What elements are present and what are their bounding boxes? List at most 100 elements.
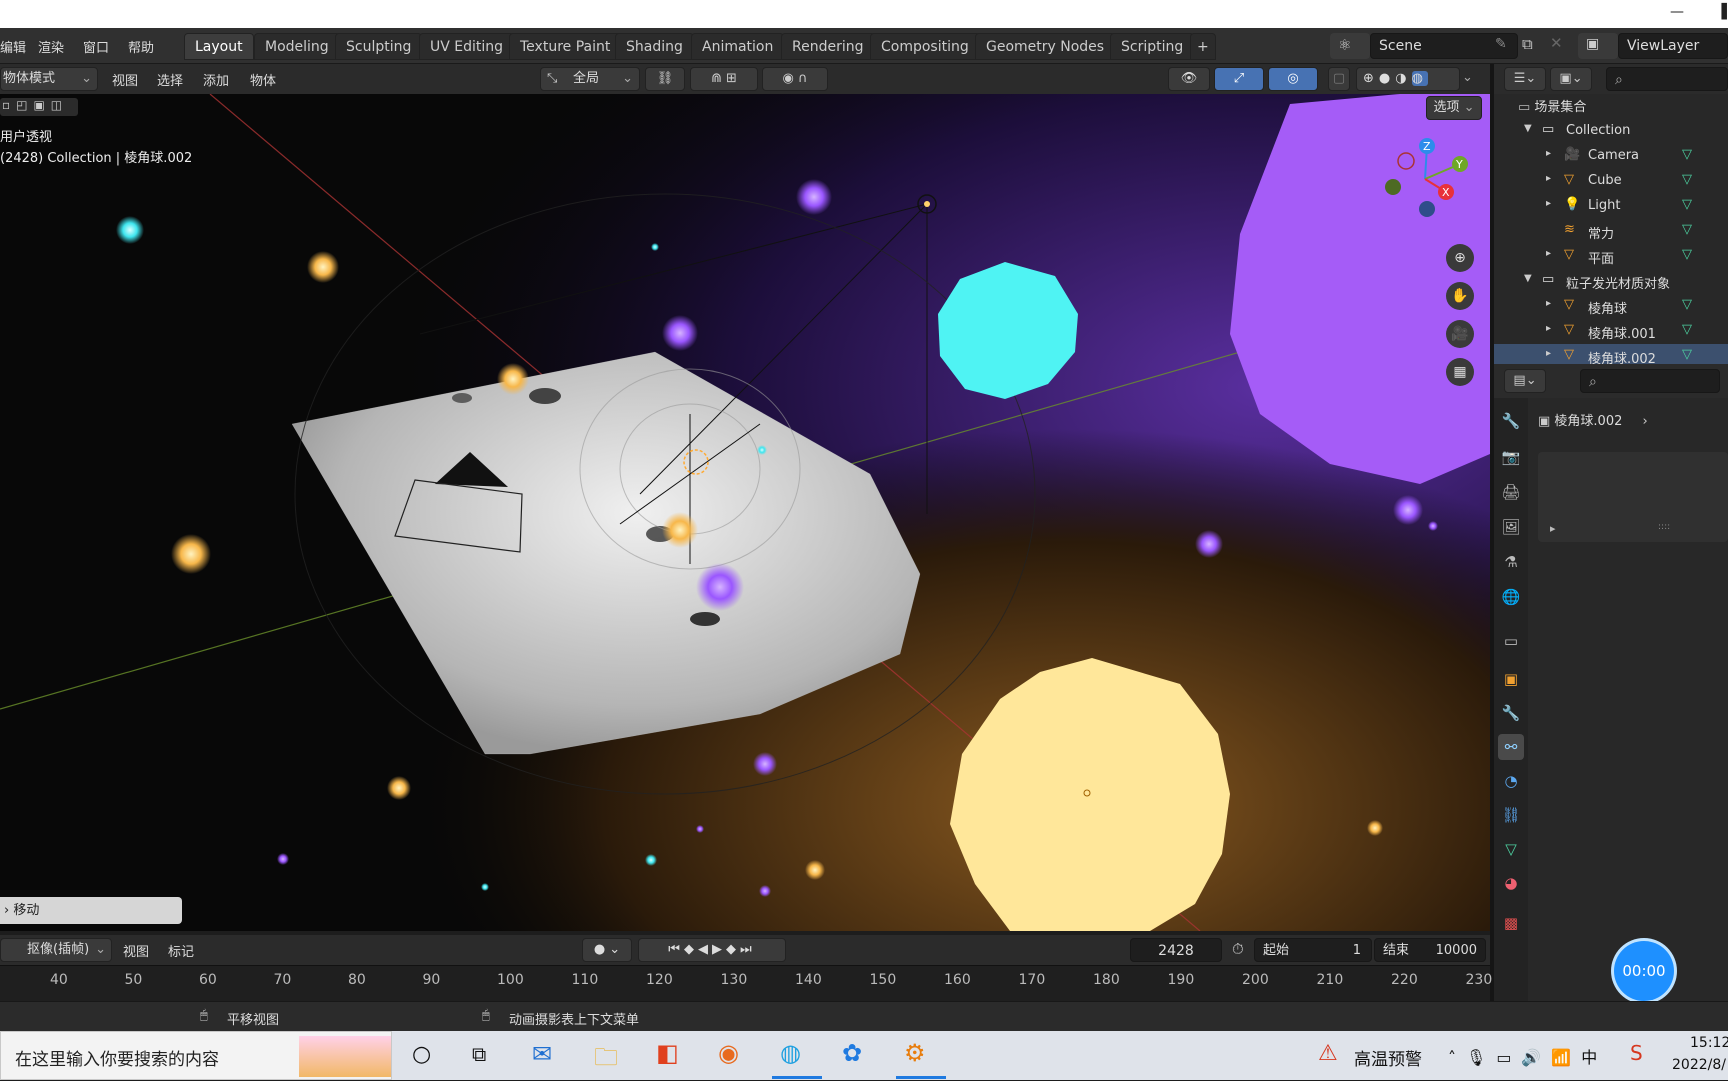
mesh-data-icon[interactable]: ▽ [1682,347,1692,362]
outliner-row[interactable]: ▸ ▽ Cube ▽ [1494,169,1728,194]
gizmo-toggle[interactable]: ⤢ [1214,67,1264,91]
mode-selector[interactable]: 物体模式 ⌄ [0,67,98,91]
play-reverse-icon[interactable]: ◀ [698,942,712,957]
frame-end-field[interactable]: 结束 10000 [1374,938,1486,962]
rendered-shading-icon[interactable]: ◍ [1411,71,1428,86]
editor-type-button[interactable]: ☰⌄ [1504,67,1546,91]
expand-toggle-icon[interactable]: ▸ [1546,198,1551,209]
cortana-icon[interactable]: ○ [412,1042,431,1067]
proportional-edit-button[interactable]: ◉ ∩ [762,67,828,91]
viewport-menu-add[interactable]: 添加 [203,70,229,89]
menu-help[interactable]: 帮助 [128,37,154,56]
scene-tab-icon[interactable]: ⚗ [1498,549,1524,575]
world-tab-icon[interactable]: 🌐 [1498,584,1524,610]
mesh-data-icon[interactable]: ▽ [1682,247,1692,262]
chevron-down-icon[interactable]: ⌄ [1462,70,1473,85]
tab-shading[interactable]: Shading [615,33,694,60]
viewlayer-name-field[interactable]: ViewLayer [1618,33,1728,59]
constraints-tab-icon[interactable]: ⛓ [1498,802,1524,828]
shading-mode-group[interactable]: ⊕●◑◍ [1356,67,1460,91]
timeline-menu-view[interactable]: 视图 [123,941,149,960]
keying-mode-selector[interactable]: 抠像(插帧) ⌄ [0,938,112,962]
properties-search-input[interactable]: ⌕ [1580,369,1720,393]
stopwatch-icon[interactable]: ⏱ [1232,940,1244,958]
viewport-menu-view[interactable]: 视图 [112,70,138,89]
scene-browse-button[interactable]: ⚛ [1330,33,1370,59]
outliner-scene-collection[interactable]: ▭ 场景集合 [1518,96,1586,121]
jump-start-icon[interactable]: ⏮ [668,942,684,957]
select-mode-buttons[interactable]: ▫◰▣◫ [0,98,78,116]
tab-uv-editing[interactable]: UV Editing [419,33,515,60]
outliner-row[interactable]: ▸ ▽ 棱角球 ▽ [1494,294,1728,319]
tab-animation[interactable]: Animation [691,33,785,60]
overlay-toggle[interactable]: ◎ [1268,67,1318,91]
tab-layout[interactable]: Layout [184,33,254,60]
menu-render[interactable]: 渲染 [38,37,64,56]
pivot-point-button[interactable]: ⛓ [645,67,685,91]
collection-tab-icon[interactable]: ▭ [1498,628,1524,654]
minimize-button[interactable]: — [1670,4,1684,20]
tab-sculpting[interactable]: Sculpting [335,33,423,60]
edge-icon[interactable]: ◍ [780,1039,801,1067]
office-icon[interactable]: ◧ [656,1039,679,1067]
visibility-button[interactable]: 👁 [1168,67,1210,91]
current-frame-field[interactable]: 2428 [1130,938,1222,962]
outliner-row[interactable]: ▸ ▽ 棱角球.001 ▽ [1494,319,1728,344]
jump-end-icon[interactable]: ⏭ [740,942,756,957]
mesh-data-icon[interactable]: ▽ [1682,322,1692,337]
blender-icon[interactable]: ⚙ [904,1039,926,1067]
timeline-menu-marker[interactable]: 标记 [168,941,194,960]
mesh-data-icon[interactable]: ▽ [1682,147,1692,162]
expand-toggle-icon[interactable]: ▼ [1524,123,1532,134]
new-scene-icon[interactable]: ⧉ [1522,35,1533,53]
tab-modeling[interactable]: Modeling [254,33,340,60]
transform-orientation-selector[interactable]: ⤡ 全局 ⌄ [540,67,640,91]
options-dropdown[interactable]: 选项 ⌄ [1426,96,1482,120]
expand-toggle-icon[interactable]: ▸ [1546,173,1551,184]
render-tab-icon[interactable]: 📷 [1498,444,1524,470]
mesh-data-icon[interactable]: ▽ [1682,297,1692,312]
xray-toggle[interactable]: ▢ [1328,67,1350,91]
snap-button[interactable]: ⋒ ⊞ [690,67,758,91]
data-tab-icon[interactable]: ▽ [1498,836,1524,862]
camera-view-icon[interactable]: 🎥 [1446,320,1474,348]
material-shading-icon[interactable]: ◑ [1395,71,1411,86]
outliner-row[interactable]: ▼ ▭ Collection [1494,119,1728,144]
editor-type-button[interactable]: ▤⌄ [1504,369,1546,393]
outliner-row[interactable]: ≋ 常力 ▽ [1494,219,1728,244]
timeline-ruler[interactable]: 40 50 60 70 80 90 100 110 120 130 140 150 160 170 180 1… [0,965,1492,1001]
firefox-icon[interactable]: ◉ [718,1039,739,1067]
properties-object-breadcrumb[interactable]: ▣ 棱角球.002 › [1538,410,1648,429]
ortho-grid-icon[interactable]: ▦ [1446,358,1474,386]
menu-edit[interactable]: 编辑 [0,37,26,56]
antivirus-icon[interactable]: S [1630,1041,1643,1065]
pan-hand-icon[interactable]: ✋ [1446,282,1474,310]
expand-icon[interactable]: ▸ [1550,522,1556,535]
playback-controls[interactable]: ⏮◆◀▶◆⏭ [638,938,786,962]
expand-toggle-icon[interactable]: ▸ [1546,248,1551,259]
menu-window[interactable]: 窗口 [83,37,109,56]
tool-tab-icon[interactable]: 🔧 [1498,408,1524,434]
output-tab-icon[interactable]: 🖨 [1498,479,1524,505]
solid-shading-icon[interactable]: ● [1379,71,1395,86]
system-tray-icons[interactable]: ˄🎙▭🔊📶中 [1448,1044,1607,1068]
object-tab-icon[interactable]: ▣ [1498,666,1524,692]
tab-compositing[interactable]: Compositing [870,33,980,60]
expand-toggle-icon[interactable]: ▸ [1546,348,1551,359]
expand-toggle-icon[interactable]: ▸ [1546,148,1551,159]
particles-tab-icon[interactable]: ⚯ [1498,734,1524,760]
tab-scripting[interactable]: Scripting [1110,33,1195,60]
selection-mode-icons[interactable]: ▫◰▣◫ [2,98,68,112]
outliner-row[interactable]: ▼ ▭ 粒子发光材质对象 [1494,269,1728,294]
viewport-menu-select[interactable]: 选择 [157,70,183,89]
outliner-row[interactable]: ▸ ▽ 平面 ▽ [1494,244,1728,269]
3d-viewport[interactable]: ▫◰▣◫ 用户透视 (2428) Collection | 棱角球.002 选项… [0,94,1490,931]
tab-geometry-nodes[interactable]: Geometry Nodes [975,33,1116,60]
auto-keying-toggle[interactable]: ● ⌄ [582,938,632,962]
particle-system-list[interactable]: ▸ :::: [1538,452,1728,542]
expand-toggle-icon[interactable]: ▼ [1524,273,1532,284]
pin-icon[interactable]: ✎ [1495,36,1507,52]
add-workspace-button[interactable]: + [1190,33,1216,60]
frame-start-field[interactable]: 起始 1 [1254,938,1372,962]
viewport-menu-object[interactable]: 物体 [250,70,276,89]
